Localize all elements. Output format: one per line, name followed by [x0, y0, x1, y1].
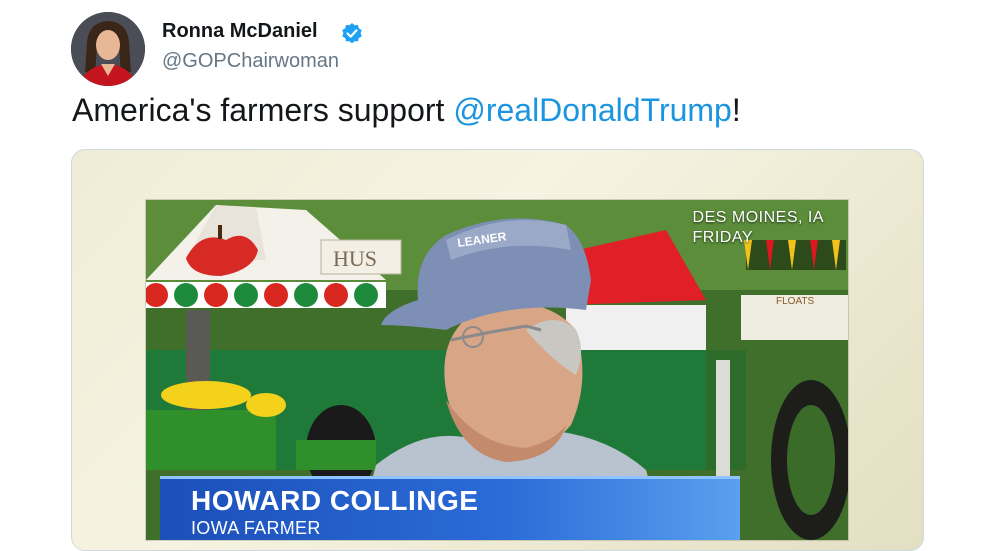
location-caption: DES MOINES, IA FRIDAY [693, 208, 824, 248]
verified-badge-icon [342, 23, 362, 44]
video-media-card[interactable]: HUS FLOATS LEANER DES MOINES, IA FRIDAY … [71, 149, 924, 551]
author-avatar[interactable] [71, 12, 145, 86]
author-handle[interactable]: @GOPChairwoman [162, 50, 339, 73]
background-sign-text: HUS [333, 246, 377, 271]
author-display-name[interactable]: Ronna McDaniel [162, 20, 318, 43]
tweet-text-suffix: ! [731, 92, 741, 128]
subject-name: HOWARD COLLINGE [191, 485, 479, 516]
tweet-text-prefix: America's farmers support [72, 92, 454, 128]
location-city: DES MOINES, IA [692, 209, 824, 226]
floats-sign-text: FLOATS [776, 296, 814, 307]
tweet-text: America's farmers support @realDonaldTru… [72, 92, 741, 129]
mention-link[interactable]: @realDonaldTrump [453, 92, 732, 128]
location-day: FRIDAY [692, 229, 754, 246]
video-frame[interactable]: HUS FLOATS LEANER DES MOINES, IA FRIDAY … [146, 200, 848, 540]
avatar-portrait [71, 12, 145, 86]
subject-title: IOWA FARMER [191, 518, 321, 538]
lower-third-banner: HOWARD COLLINGE IOWA FARMER [160, 476, 740, 540]
